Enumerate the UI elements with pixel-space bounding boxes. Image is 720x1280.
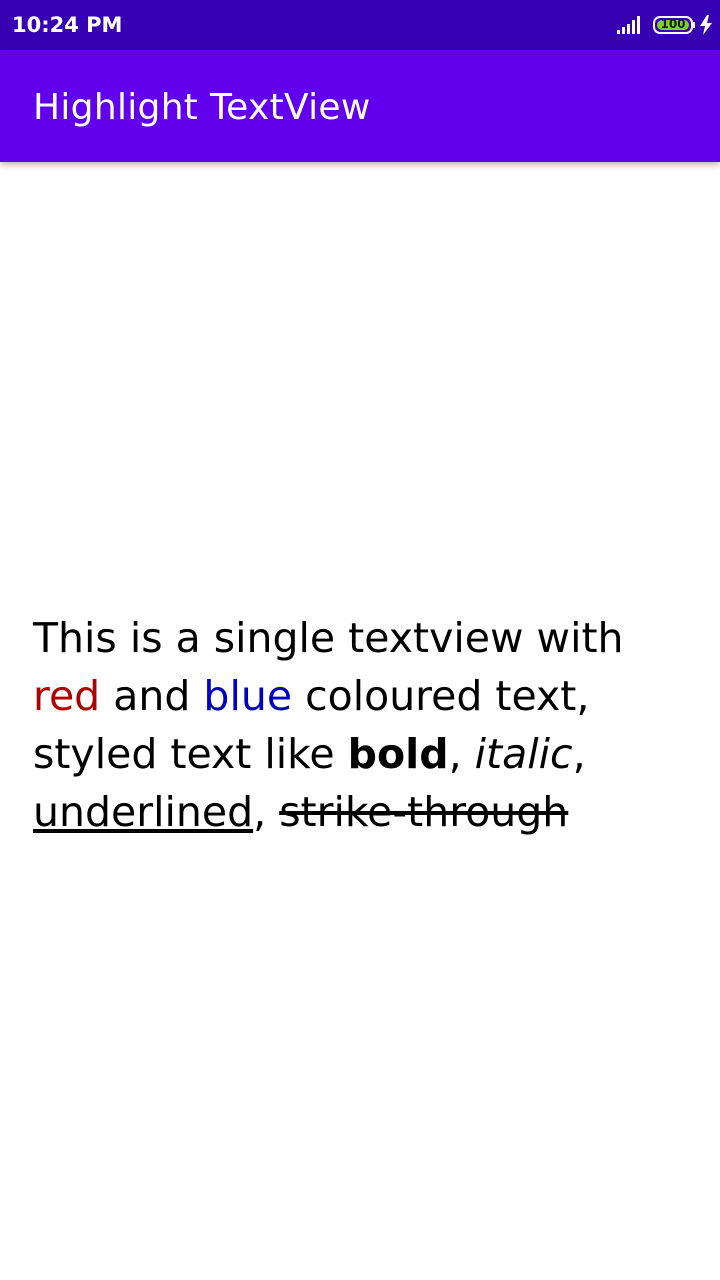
app-bar: Highlight TextView <box>0 50 720 162</box>
text-and: and <box>100 672 204 720</box>
charging-icon <box>700 15 712 35</box>
status-icons: 100 <box>616 13 712 37</box>
text-comma-1: , <box>448 730 475 778</box>
app-title: Highlight TextView <box>33 87 371 128</box>
text-intro: This is a single textview with <box>33 614 624 662</box>
text-red: red <box>33 672 101 720</box>
battery-level: 100 <box>660 17 686 31</box>
text-comma-2: , <box>572 730 586 778</box>
signal-icon <box>617 16 640 34</box>
text-comma-3: , <box>253 788 280 836</box>
text-strike-through: strike-through <box>279 788 569 836</box>
highlight-textview: This is a single textview with red and b… <box>33 609 693 841</box>
status-time: 10:24 PM <box>12 13 123 37</box>
status-bar: 10:24 PM 100 <box>0 0 720 50</box>
text-underlined: underlined <box>33 788 254 836</box>
text-bold: bold <box>347 730 449 778</box>
text-blue: blue <box>203 672 293 720</box>
battery-icon: 100 <box>653 16 695 34</box>
text-italic: italic <box>474 730 573 778</box>
